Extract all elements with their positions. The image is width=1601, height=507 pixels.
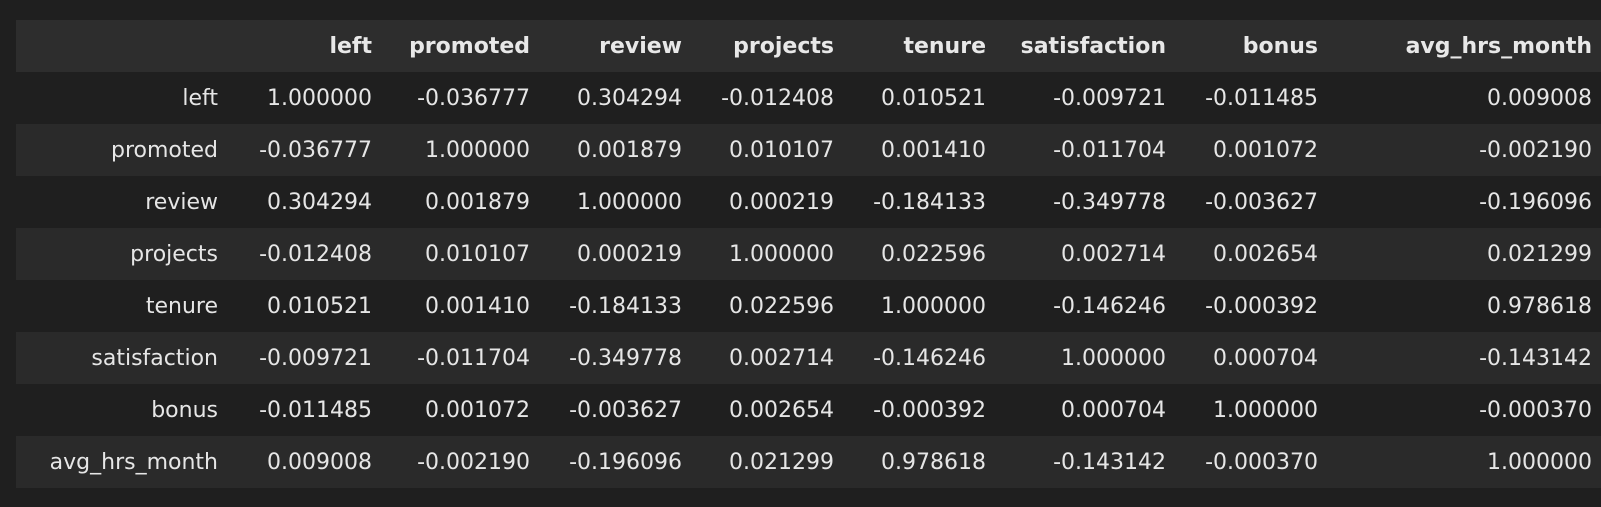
table-cell: -0.012408 (259, 241, 372, 267)
index-header-cell (16, 20, 232, 72)
table-cell: -0.349778 (569, 345, 682, 371)
table-cell: 0.001879 (577, 137, 682, 163)
table-cell: 1.000000 (881, 293, 986, 319)
table-cell: -0.184133 (569, 293, 682, 319)
table-cell: -0.000370 (1479, 397, 1592, 423)
table-cell: -0.196096 (569, 449, 682, 475)
row-index-label: projects (130, 241, 218, 267)
table-cell: 1.000000 (1213, 397, 1318, 423)
table-cell: 0.002714 (729, 345, 834, 371)
table-cell: -0.011485 (259, 397, 372, 423)
dataframe-output: left promoted review projects tenure satisfac… (16, 20, 1601, 488)
table-cell: -0.009721 (259, 345, 372, 371)
row-index-label: tenure (145, 293, 218, 319)
table-cell: 1.000000 (425, 137, 530, 163)
table-cell: -0.002190 (1479, 137, 1592, 163)
table-cell: 1.000000 (577, 189, 682, 215)
table-cell: 0.002654 (729, 397, 834, 423)
header-row: left promoted review projects tenure satisfac… (16, 20, 1601, 72)
table-row: tenure 0.010521 0.001410 -0.184133 0.022596 1… (16, 280, 1601, 332)
table-row: satisfaction -0.009721 -0.011704 -0.349778 0… (16, 332, 1601, 384)
table-cell: 0.000219 (577, 241, 682, 267)
column-header-projects: projects (696, 20, 848, 72)
table-cell: 0.304294 (577, 85, 682, 111)
table-cell: -0.000370 (1205, 449, 1318, 475)
row-index-label: bonus (151, 397, 218, 423)
column-header-review: review (544, 20, 696, 72)
table-row: projects -0.012408 0.010107 0.000219 1.00000… (16, 228, 1601, 280)
table-cell: 1.000000 (1061, 345, 1166, 371)
table-cell: -0.146246 (873, 345, 986, 371)
column-header-left: left (232, 20, 386, 72)
table-cell: 0.021299 (729, 449, 834, 475)
table-cell: -0.011704 (1053, 137, 1166, 163)
table-cell: -0.143142 (1479, 345, 1592, 371)
column-header-avg-hrs-month: avg_hrs_month (1332, 20, 1601, 72)
column-header-tenure: tenure (848, 20, 1000, 72)
table-cell: 0.000219 (729, 189, 834, 215)
column-header-bonus: bonus (1180, 20, 1332, 72)
table-cell: 0.001072 (1213, 137, 1318, 163)
table-row: promoted -0.036777 1.000000 0.001879 0.01010… (16, 124, 1601, 176)
table-cell: -0.003627 (569, 397, 682, 423)
table-cell: 0.978618 (881, 449, 986, 475)
table-cell: -0.012408 (721, 85, 834, 111)
row-index-label: review (145, 189, 218, 215)
table-cell: 0.001410 (425, 293, 530, 319)
table-cell: 0.010107 (729, 137, 834, 163)
row-index-label: avg_hrs_month (49, 449, 218, 475)
table-cell: 0.009008 (267, 449, 372, 475)
table-cell: -0.000392 (1205, 293, 1318, 319)
table-row: avg_hrs_month 0.009008 -0.002190 -0.196096 0… (16, 436, 1601, 488)
table-cell: 0.000704 (1061, 397, 1166, 423)
table-cell: 0.002714 (1061, 241, 1166, 267)
table-cell: 0.978618 (1487, 293, 1592, 319)
table-cell: 0.001410 (881, 137, 986, 163)
table-row: review 0.304294 0.001879 1.000000 0.000219 -0… (16, 176, 1601, 228)
row-index-label: promoted (110, 137, 218, 163)
column-header-satisfaction: satisfaction (1000, 20, 1180, 72)
table-row: left 1.000000 -0.036777 0.304294 -0.012408 0.… (16, 72, 1601, 124)
table-body: left 1.000000 -0.036777 0.304294 -0.012408 0.… (16, 72, 1601, 488)
row-index-label: left (182, 85, 218, 111)
table-cell: -0.036777 (259, 137, 372, 163)
table-cell: -0.011485 (1205, 85, 1318, 111)
table-cell: -0.002190 (417, 449, 530, 475)
table-cell: -0.143142 (1053, 449, 1166, 475)
table-cell: 0.002654 (1213, 241, 1318, 267)
table-cell: 0.001879 (425, 189, 530, 215)
table-cell: 0.022596 (729, 293, 834, 319)
table-cell: 1.000000 (729, 241, 834, 267)
table-cell: 1.000000 (1487, 449, 1592, 475)
table-cell: 0.010107 (425, 241, 530, 267)
table-cell: -0.011704 (417, 345, 530, 371)
table-cell: 0.010521 (267, 293, 372, 319)
table-cell: 0.022596 (881, 241, 986, 267)
table-header: left promoted review projects tenure satisfac… (16, 20, 1601, 72)
correlation-table: left promoted review projects tenure satisfac… (16, 20, 1601, 488)
table-cell: -0.184133 (873, 189, 986, 215)
table-cell: 0.304294 (267, 189, 372, 215)
table-cell: 0.010521 (881, 85, 986, 111)
table-cell: 0.000704 (1213, 345, 1318, 371)
table-cell: 0.009008 (1487, 85, 1592, 111)
table-cell: 0.021299 (1487, 241, 1592, 267)
column-header-promoted: promoted (386, 20, 544, 72)
table-cell: -0.000392 (873, 397, 986, 423)
table-cell: 1.000000 (267, 85, 372, 111)
table-cell: -0.146246 (1053, 293, 1166, 319)
table-cell: -0.196096 (1479, 189, 1592, 215)
table-cell: -0.003627 (1205, 189, 1318, 215)
row-index-label: satisfaction (91, 345, 218, 371)
table-cell: -0.036777 (417, 85, 530, 111)
table-row: bonus -0.011485 0.001072 -0.003627 0.002654 -… (16, 384, 1601, 436)
table-cell: 0.001072 (425, 397, 530, 423)
table-cell: -0.009721 (1053, 85, 1166, 111)
table-cell: -0.349778 (1053, 189, 1166, 215)
